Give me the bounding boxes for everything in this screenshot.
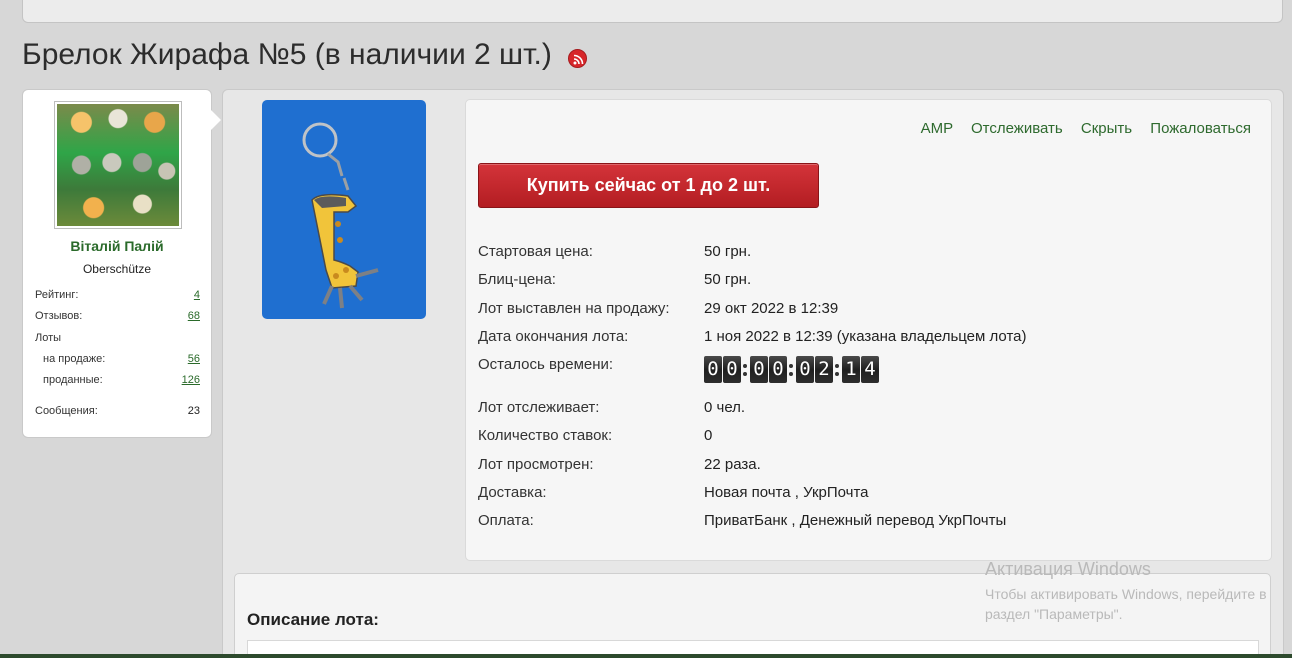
hide-link[interactable]: Скрыть bbox=[1081, 120, 1132, 137]
timer-digit: 0 bbox=[750, 356, 768, 383]
timer-digit: 0 bbox=[769, 356, 787, 383]
report-link[interactable]: Пожаловаться bbox=[1150, 120, 1251, 137]
detail-value: 22 раза. bbox=[704, 456, 761, 473]
detail-label: Дата окончания лота: bbox=[478, 328, 629, 345]
detail-value: 1 ноя 2022 в 12:39 (указана владельцем л… bbox=[704, 328, 1027, 345]
timer-digit: 1 bbox=[842, 356, 860, 383]
giraffe-keychain-icon bbox=[302, 122, 379, 309]
stat-label: проданные: bbox=[43, 374, 103, 386]
avatar-image bbox=[57, 104, 179, 226]
detail-value: 29 окт 2022 в 12:39 bbox=[704, 300, 839, 317]
detail-label: Лот выставлен на продажу: bbox=[478, 300, 670, 317]
detail-label: Количество ставок: bbox=[478, 427, 613, 444]
detail-label: Оплата: bbox=[478, 512, 534, 529]
detail-value: 0 чел. bbox=[704, 399, 746, 416]
timer-separator bbox=[742, 356, 748, 383]
watch-link[interactable]: Отслеживать bbox=[971, 120, 1063, 137]
reviews-link[interactable]: 68 bbox=[188, 310, 200, 322]
stat-label: на продаже: bbox=[43, 353, 106, 365]
stat-label: Сообщения: bbox=[35, 405, 98, 417]
stat-label: Отзывов: bbox=[35, 310, 83, 322]
lot-actions: AMP Отслеживать Скрыть Пожаловаться bbox=[907, 120, 1251, 137]
detail-value: ПриватБанк , Денежный перевод УкрПочты bbox=[704, 512, 1007, 529]
timer-digit: 4 bbox=[861, 356, 879, 383]
detail-value: Новая почта , УкрПочта bbox=[704, 484, 869, 501]
detail-label: Стартовая цена: bbox=[478, 243, 593, 260]
windows-activation-text: Чтобы активировать Windows, перейдите в … bbox=[985, 586, 1267, 622]
taskbar-edge bbox=[0, 654, 1292, 658]
lot-info-panel: AMP Отслеживать Скрыть Пожаловаться Купи… bbox=[465, 99, 1272, 561]
detail-label: Осталось времени: bbox=[478, 356, 614, 373]
stat-label: Лоты bbox=[35, 332, 62, 344]
detail-label: Лот отслеживает: bbox=[478, 399, 600, 416]
detail-value: 0 bbox=[704, 427, 713, 444]
detail-label: Лот просмотрен: bbox=[478, 456, 594, 473]
timer-separator bbox=[834, 356, 840, 383]
seller-name[interactable]: Віталій Палій bbox=[23, 238, 211, 254]
seller-location: Oberschütze bbox=[82, 262, 152, 276]
seller-card: Віталій Палій Oberschütze Рейтинг: 4 Отз… bbox=[22, 89, 221, 438]
messages-count: 23 bbox=[187, 405, 200, 417]
lot-photo[interactable] bbox=[262, 100, 426, 319]
amp-link[interactable]: AMP bbox=[921, 120, 953, 137]
timer-separator bbox=[788, 356, 794, 383]
top-panel bbox=[22, 0, 1283, 23]
avatar[interactable] bbox=[54, 101, 182, 229]
sold-link[interactable]: 126 bbox=[182, 374, 200, 386]
description-title: Описание лота: bbox=[247, 610, 379, 629]
timer-digit: 2 bbox=[815, 356, 833, 383]
timer-digit: 0 bbox=[704, 356, 722, 383]
on-sale-link[interactable]: 56 bbox=[188, 353, 200, 365]
rss-icon[interactable] bbox=[568, 49, 587, 68]
detail-value: 50 грн. bbox=[704, 243, 752, 260]
windows-activation-title: Активация Windows bbox=[985, 559, 1151, 579]
detail-label: Блиц-цена: bbox=[478, 271, 556, 288]
page-title: Брелок Жирафа №5 (в наличии 2 шт.) bbox=[22, 38, 552, 71]
timer-digit: 0 bbox=[723, 356, 741, 383]
buy-now-button[interactable]: Купить сейчас от 1 до 2 шт. bbox=[478, 163, 819, 208]
timer-digit: 0 bbox=[796, 356, 814, 383]
stat-label: Рейтинг: bbox=[35, 289, 79, 301]
detail-label: Доставка: bbox=[478, 484, 547, 501]
card-pointer bbox=[211, 110, 221, 130]
rating-link[interactable]: 4 bbox=[194, 289, 200, 301]
detail-value: 50 грн. bbox=[704, 271, 752, 288]
